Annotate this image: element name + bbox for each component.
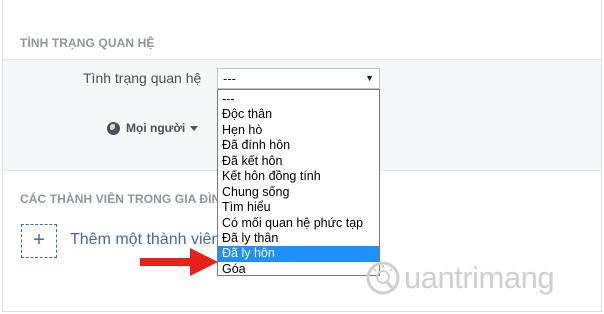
relationship-field-label: Tình trạng quan hệ	[83, 70, 202, 86]
dropdown-option[interactable]: Hẹn hò	[218, 123, 379, 138]
relationship-status-select[interactable]: --- ▼	[217, 68, 380, 89]
arrow-right-icon	[140, 248, 218, 276]
select-value: ---	[223, 71, 236, 86]
dropdown-option[interactable]: Góa	[218, 262, 379, 277]
relationship-status-options[interactable]: --- Độc thân Hẹn hò Đã đính hôn Đã kết hôn Kế…	[217, 89, 380, 276]
lightbulb-q-icon	[366, 261, 400, 295]
dropdown-option[interactable]: Kết hôn đồng tính	[218, 169, 379, 184]
add-family-member-button[interactable]: +	[21, 224, 57, 258]
relationship-section-title: TÌNH TRẠNG QUAN HỆ	[20, 36, 155, 50]
dropdown-option[interactable]: Đã ly hôn	[218, 246, 379, 262]
arrow-shaft	[140, 258, 192, 266]
caret-down-icon	[190, 125, 199, 131]
arrow-head	[190, 248, 218, 276]
watermark: uantrimang	[366, 258, 555, 298]
dropdown-option[interactable]: ---	[218, 92, 379, 107]
dropdown-option[interactable]: Đã kết hôn	[218, 154, 379, 169]
caret-down-icon: ▼	[365, 73, 374, 83]
audience-selector[interactable]: Mọi người	[107, 120, 199, 136]
watermark-text: uantrimang	[404, 260, 555, 295]
dropdown-option[interactable]: Chung sống	[218, 185, 379, 200]
dropdown-option[interactable]: Độc thân	[218, 107, 379, 122]
family-section-title: CÁC THÀNH VIÊN TRONG GIA ĐÌN	[20, 192, 221, 206]
audience-label: Mọi người	[126, 121, 186, 135]
dropdown-option[interactable]: Đã đính hôn	[218, 138, 379, 153]
dropdown-option[interactable]: Có mối quan hệ phức tạp	[218, 216, 379, 231]
dropdown-option[interactable]: Tìm hiểu	[218, 200, 379, 215]
globe-icon	[107, 121, 120, 135]
dropdown-option[interactable]: Đã ly thân	[218, 231, 379, 246]
